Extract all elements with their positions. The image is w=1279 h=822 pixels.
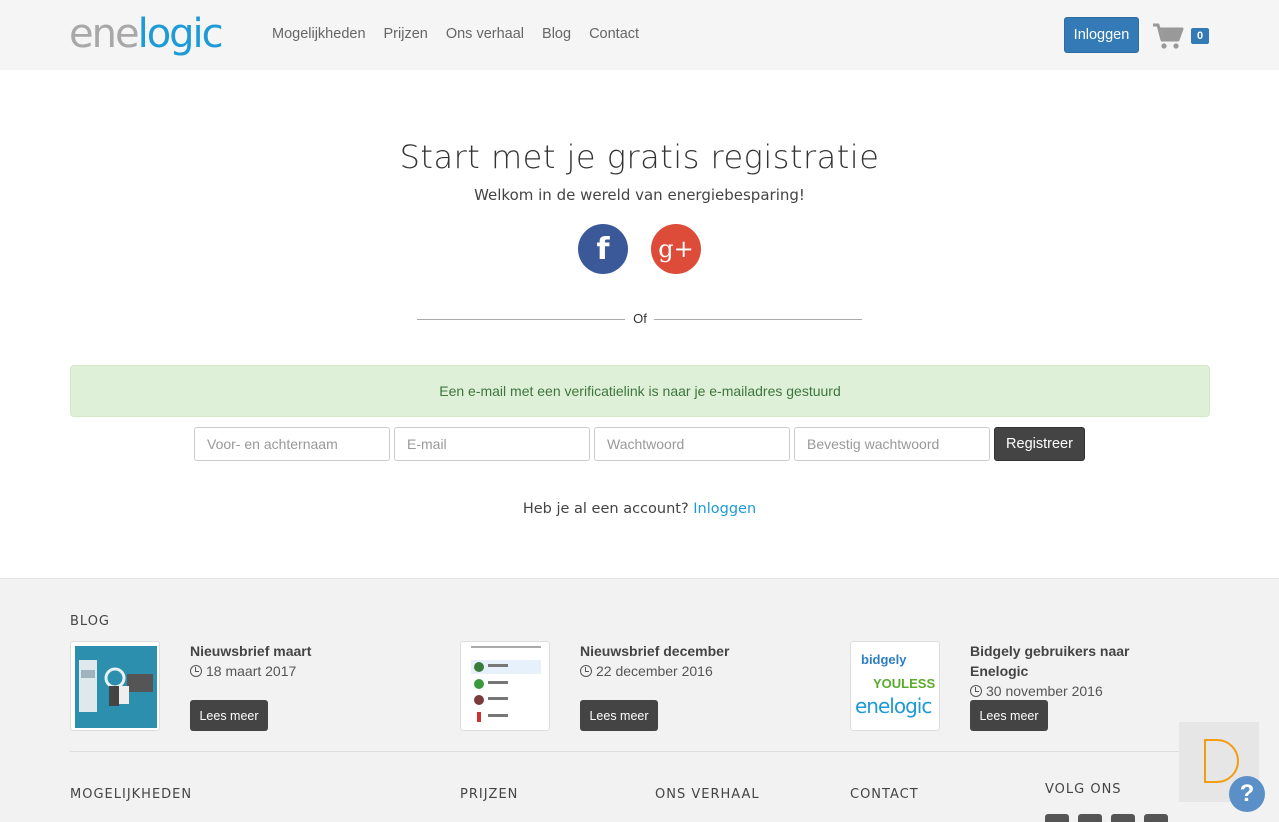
or-divider-right bbox=[654, 319, 862, 320]
login-link[interactable]: Inloggen bbox=[693, 501, 756, 517]
password-input[interactable] bbox=[594, 427, 790, 461]
top-navbar: enelogic Mogelijkheden Prijzen Ons verha… bbox=[0, 0, 1279, 70]
blog-thumbnail-maart[interactable] bbox=[70, 641, 160, 731]
google-plus-login-button[interactable]: g+ bbox=[651, 224, 701, 274]
page-title: Start met je gratis registratie bbox=[399, 138, 880, 176]
cart-count-badge: 0 bbox=[1191, 28, 1209, 44]
google-plus-icon: g+ bbox=[658, 235, 694, 263]
main-nav: Mogelijkheden Prijzen Ons verhaal Blog C… bbox=[272, 26, 639, 42]
facebook-login-button[interactable]: f bbox=[578, 224, 628, 274]
help-icon[interactable]: ? bbox=[1229, 776, 1265, 812]
linkedin-icon[interactable] bbox=[1144, 814, 1168, 822]
enelogic-logo[interactable]: enelogic bbox=[69, 10, 224, 58]
facebook-icon[interactable] bbox=[1045, 814, 1069, 822]
footer-heading-ons-verhaal: ONS VERHAAL bbox=[655, 787, 760, 802]
or-label: Of bbox=[633, 311, 647, 326]
blog-heading: BLOG bbox=[70, 614, 111, 629]
nav-item-contact[interactable]: Contact bbox=[589, 26, 639, 42]
nav-item-blog[interactable]: Blog bbox=[542, 26, 571, 42]
post-date: 22 december 2016 bbox=[580, 663, 713, 679]
facebook-icon: f bbox=[596, 231, 610, 267]
shopping-cart-icon[interactable] bbox=[1152, 22, 1184, 50]
read-more-button[interactable]: Lees meer bbox=[190, 700, 268, 731]
footer-divider bbox=[70, 751, 1210, 752]
footer-heading-contact: CONTACT bbox=[850, 787, 919, 802]
youless-logo: YOULESS bbox=[873, 676, 936, 691]
nav-item-mogelijkheden[interactable]: Mogelijkheden bbox=[272, 26, 366, 42]
clock-icon bbox=[580, 665, 592, 677]
read-more-button[interactable]: Lees meer bbox=[970, 700, 1048, 731]
email-input[interactable] bbox=[394, 427, 590, 461]
register-button[interactable]: Registreer bbox=[994, 427, 1085, 461]
bidgely-logo: bidgely bbox=[861, 652, 907, 667]
twitter-icon[interactable] bbox=[1078, 814, 1102, 822]
clock-icon bbox=[190, 665, 202, 677]
nav-item-ons-verhaal[interactable]: Ons verhaal bbox=[446, 26, 524, 42]
nav-item-prijzen[interactable]: Prijzen bbox=[384, 26, 428, 42]
login-button[interactable]: Inloggen bbox=[1064, 17, 1139, 53]
google-plus-icon[interactable] bbox=[1111, 814, 1135, 822]
read-more-button[interactable]: Lees meer bbox=[580, 700, 658, 731]
name-input[interactable] bbox=[194, 427, 390, 461]
verification-alert: Een e-mail met een verificatielink is na… bbox=[70, 365, 1210, 417]
post-date: 18 maart 2017 bbox=[190, 663, 296, 679]
page-subtitle: Welkom in de wereld van energiebesparing… bbox=[474, 186, 805, 204]
or-divider-left bbox=[417, 319, 625, 320]
blog-thumbnail-december[interactable] bbox=[460, 641, 550, 731]
have-account-line: Heb je al een account? Inloggen bbox=[0, 501, 1279, 517]
blog-thumbnail-bidgely[interactable]: bidgely YOULESS enelogic bbox=[850, 641, 940, 731]
footer-heading-prijzen: PRIJZEN bbox=[460, 787, 519, 802]
post-title[interactable]: Bidgely gebruikers naar Enelogic bbox=[970, 641, 1150, 681]
app-screenshot-image bbox=[471, 646, 541, 722]
post-date: 30 november 2016 bbox=[970, 683, 1103, 699]
confirm-password-input[interactable] bbox=[794, 427, 990, 461]
enelogic-small-logo: enelogic bbox=[855, 694, 932, 718]
footer-heading-volg-ons: VOLG ONS bbox=[1045, 782, 1122, 797]
clock-icon bbox=[970, 685, 982, 697]
smart-meter-image bbox=[75, 646, 157, 728]
have-account-text: Heb je al een account? bbox=[522, 501, 689, 517]
post-title[interactable]: Nieuwsbrief maart bbox=[190, 641, 311, 661]
footer-heading-mogelijkheden: MOGELIJKHEDEN bbox=[70, 787, 193, 802]
post-title[interactable]: Nieuwsbrief december bbox=[580, 641, 729, 661]
